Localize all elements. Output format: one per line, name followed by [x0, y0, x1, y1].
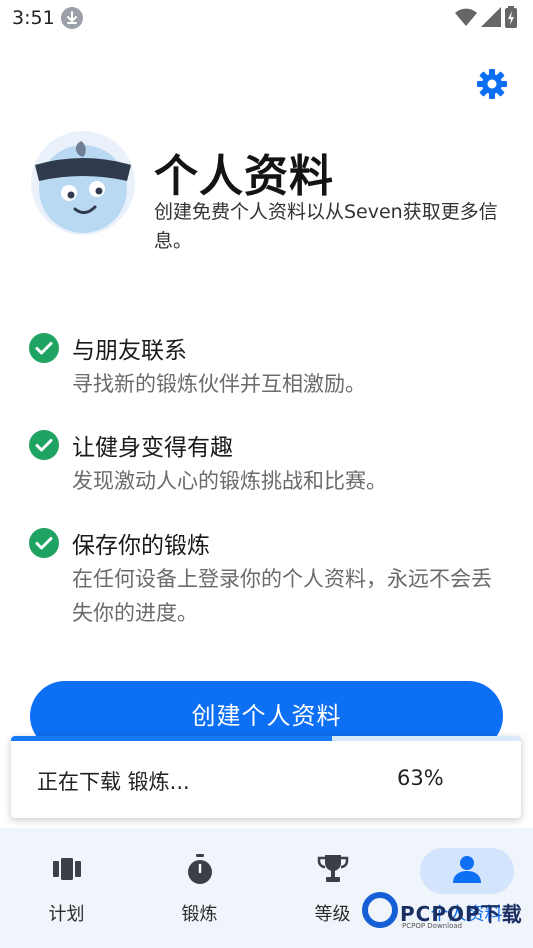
check-circle-icon: [29, 528, 59, 558]
watermark-sub: PCPOP Download: [402, 922, 463, 930]
nav-label: 锻炼: [181, 904, 218, 925]
watermark-p-icon: [362, 892, 398, 928]
download-percent: 63%: [397, 766, 444, 790]
trophy-icon: [316, 852, 350, 886]
download-status-icon: [61, 7, 83, 29]
download-status-text: 正在下载 锻炼...: [37, 770, 190, 794]
status-time: 3:51: [12, 7, 55, 29]
wifi-icon: [455, 8, 477, 26]
page-subtitle: 创建免费个人资料以从Seven获取更多信息。: [154, 201, 498, 252]
person-icon: [450, 852, 484, 886]
feature-description: 寻找新的锻炼伙伴并互相激励。: [72, 372, 366, 396]
settings-gear-icon[interactable]: [476, 68, 508, 100]
feature-description: 发现激动人心的锻炼挑战和比赛。: [72, 469, 387, 493]
download-progress-track: [11, 736, 521, 741]
feature-title: 保存你的锻炼: [72, 533, 210, 559]
check-circle-icon: [29, 430, 59, 460]
nav-item-workouts[interactable]: 锻炼: [133, 828, 266, 948]
stopwatch-icon: [183, 852, 217, 886]
download-toast: 正在下载 锻炼... 63%: [11, 736, 521, 818]
page-title: 个人资料: [154, 151, 334, 202]
avatar: [31, 131, 135, 235]
feature-description: 在任何设备上登录你的个人资料，永远不会丢失你的进度。: [72, 567, 492, 625]
battery-icon: [505, 6, 517, 28]
nav-item-plans[interactable]: 计划: [0, 828, 133, 948]
cards-icon: [50, 852, 84, 886]
feature-title: 让健身变得有趣: [72, 435, 233, 461]
signal-icon: [481, 7, 501, 27]
status-bar: 3:51: [0, 0, 533, 36]
status-icons: [455, 6, 517, 28]
download-progress-fill: [11, 736, 333, 741]
nav-label: 计划: [48, 904, 85, 925]
check-circle-icon: [29, 333, 59, 363]
feature-title: 与朋友联系: [72, 338, 187, 364]
watermark-logo: PCPOP下载 PCPOP Download: [362, 892, 527, 936]
